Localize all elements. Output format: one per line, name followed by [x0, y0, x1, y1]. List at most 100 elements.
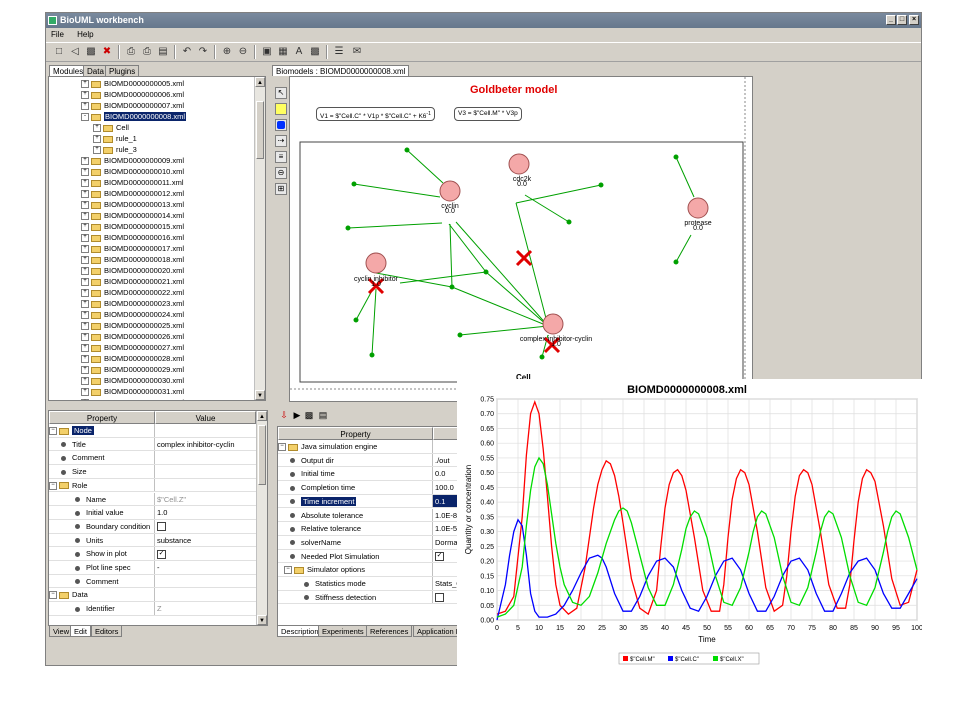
tab-diagram[interactable]: Biomodels : BIOMD0000000008.xml	[272, 65, 410, 76]
props-left-scrollbar[interactable]: ▲ ▼	[256, 411, 267, 625]
property-value-cell[interactable]: substance	[155, 534, 258, 547]
property-value-cell[interactable]	[155, 588, 258, 601]
tree-item[interactable]: + BIOMD0000000009.xml	[81, 155, 184, 166]
tree-item[interactable]: + Cell	[93, 122, 129, 133]
minimize-button[interactable]: _	[886, 15, 896, 25]
expand-icon[interactable]: +	[81, 245, 89, 254]
print-preview-icon[interactable]: ⎙	[140, 45, 154, 59]
expand-icon[interactable]: +	[81, 289, 89, 298]
expand-icon[interactable]: +	[81, 322, 89, 331]
tree-item[interactable]: + BIOMD0000000013.xml	[81, 199, 184, 210]
scroll-down-icon[interactable]: ▼	[255, 390, 265, 400]
property-row[interactable]: Time increment 0.1	[278, 494, 457, 509]
tree-item[interactable]: + BIOMD0000000016.xml	[81, 232, 184, 243]
tab-modules[interactable]: Modules	[49, 65, 88, 76]
property-value-cell[interactable]: Stats_C	[433, 577, 457, 590]
expand-icon[interactable]: +	[81, 256, 89, 265]
tab-plugins[interactable]: Plugins	[105, 65, 140, 76]
open-icon[interactable]: ◁	[68, 45, 82, 59]
expand-icon[interactable]: +	[81, 223, 89, 232]
event-tool-icon[interactable]: ⊖	[275, 167, 287, 179]
property-value-cell[interactable]	[155, 424, 258, 437]
node-cyclin-inhibitor[interactable]	[365, 252, 387, 274]
tree-item[interactable]: + BIOMD0000000018.xml	[81, 254, 184, 265]
tree-item[interactable]: + BIOMD0000000010.xml	[81, 166, 184, 177]
tree-item[interactable]: + BIOMD0000000022.xml	[81, 287, 184, 298]
property-row[interactable]: − Java simulation engine	[278, 440, 457, 454]
property-row[interactable]: Initial value 1.0	[49, 506, 256, 520]
plot-icon[interactable]: ▤	[317, 409, 329, 421]
reaction-tool-icon[interactable]: ⇢	[275, 135, 287, 147]
tree-item[interactable]: + BIOMD0000000026.xml	[81, 331, 184, 342]
property-value-cell[interactable]: 1.0E-8	[433, 509, 457, 522]
new-icon[interactable]: □	[52, 45, 66, 59]
save-icon[interactable]: ▩	[84, 45, 98, 59]
scroll-up-icon[interactable]: ▲	[255, 77, 265, 87]
tree-item[interactable]: + BIOMD0000000007.xml	[81, 100, 184, 111]
expand-icon[interactable]: +	[81, 300, 89, 309]
property-value-cell[interactable]: complex inhibitor-cyclin	[155, 438, 258, 451]
formula-v1[interactable]: V1 = $"Cell.C" * V1p * $"Cell.C" + K6-1	[316, 107, 435, 121]
expand-icon[interactable]: +	[81, 267, 89, 276]
tree-item[interactable]: + BIOMD0000000029.xml	[81, 364, 184, 375]
property-value-cell[interactable]	[433, 440, 457, 453]
property-row[interactable]: Comment	[49, 574, 256, 589]
run-icon[interactable]: ⇩	[277, 409, 291, 421]
equation-tool-icon[interactable]: ≡	[275, 151, 287, 163]
expand-icon[interactable]: +	[81, 377, 89, 386]
expand-icon[interactable]: +	[81, 157, 89, 166]
property-value-cell[interactable]: 1.0E-5	[433, 522, 457, 535]
property-row[interactable]: Name $"Cell.Z"	[49, 492, 256, 507]
tree-item[interactable]: + BIOMD0000000006.xml	[81, 89, 184, 100]
scroll-down-icon[interactable]: ▼	[257, 615, 267, 625]
property-value-cell[interactable]: Dormar	[433, 536, 457, 549]
checkbox[interactable]: ✓	[435, 552, 444, 562]
property-row[interactable]: Relative tolerance 1.0E-5	[278, 522, 457, 536]
diagram-canvas[interactable]: Goldbeter model V1 = $"Cell.C" * V1p * $…	[289, 76, 753, 402]
property-row[interactable]: Absolute tolerance 1.0E-8	[278, 508, 457, 523]
expand-icon[interactable]: +	[81, 80, 89, 89]
property-value-cell[interactable]: -	[155, 561, 258, 574]
node-protease[interactable]	[687, 197, 709, 219]
expand-icon[interactable]: +	[81, 366, 89, 375]
property-row[interactable]: − Data	[49, 588, 258, 603]
property-row[interactable]: Size	[49, 465, 256, 479]
tab-description[interactable]: Description	[277, 626, 323, 637]
property-row[interactable]: Title complex inhibitor-cyclin	[49, 437, 258, 452]
property-value-cell[interactable]	[155, 520, 258, 533]
fit-icon[interactable]: ▣	[260, 45, 274, 59]
page-setup-icon[interactable]: ▤	[156, 45, 170, 59]
collapse-icon[interactable]: −	[49, 427, 57, 436]
tree-item[interactable]: + BIOMD0000000031.xml	[81, 386, 184, 397]
property-value-cell[interactable]	[155, 465, 258, 478]
property-row[interactable]: Units substance	[49, 533, 258, 548]
property-value-cell[interactable]	[433, 591, 457, 604]
maximize-button[interactable]: □	[897, 15, 907, 25]
expand-icon[interactable]: +	[81, 168, 89, 177]
scroll-thumb[interactable]	[258, 425, 266, 485]
property-value-cell[interactable]: ✓	[155, 547, 258, 560]
expand-icon[interactable]: +	[93, 124, 101, 133]
expand-icon[interactable]: +	[93, 135, 101, 144]
compartment-tool-icon[interactable]	[275, 119, 287, 131]
property-row[interactable]: Comment	[49, 451, 256, 466]
property-value-cell[interactable]	[155, 479, 258, 492]
node-cdc2k[interactable]	[508, 153, 530, 175]
expand-icon[interactable]: +	[81, 201, 89, 210]
property-value-cell[interactable]: ./out	[433, 454, 457, 467]
property-row[interactable]: − Node	[49, 424, 256, 438]
collapse-icon[interactable]: −	[49, 591, 57, 600]
expand-icon[interactable]: +	[81, 333, 89, 342]
zoom-out-icon[interactable]: ⊖	[236, 45, 250, 59]
tree-item[interactable]: + BIOMD0000000033.xml	[81, 397, 184, 400]
select-tool-icon[interactable]: ↖	[275, 87, 287, 99]
property-row[interactable]: Show in plot ✓	[49, 547, 256, 561]
tree-item[interactable]: + BIOMD0000000017.xml	[81, 243, 184, 254]
scroll-up-icon[interactable]: ▲	[257, 411, 267, 421]
tree-item[interactable]: + BIOMD0000000005.xml	[81, 78, 184, 89]
tree-item[interactable]: + BIOMD0000000025.xml	[81, 320, 184, 331]
expand-icon[interactable]: +	[81, 399, 89, 400]
property-row[interactable]: Output dir ./out	[278, 453, 457, 468]
expand-icon[interactable]: +	[81, 355, 89, 364]
expand-icon[interactable]: +	[81, 344, 89, 353]
